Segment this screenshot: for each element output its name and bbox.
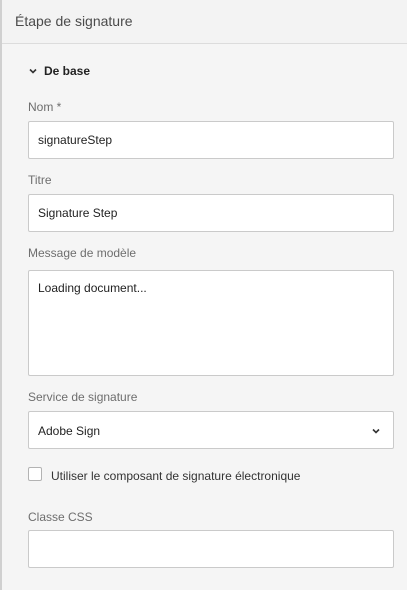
chevron-down-icon [29,68,37,74]
name-field[interactable] [28,121,394,159]
chevron-down-icon [372,428,380,434]
section-label: De base [44,64,91,78]
use-esign-component-checkbox[interactable] [28,467,42,481]
panel-header: Étape de signature [2,0,407,44]
css-class-label: Classe CSS [28,510,93,524]
panel-left-border [0,0,2,590]
name-label: Nom * [28,100,62,114]
template-message-label: Message de modèle [28,246,137,260]
title-field[interactable] [28,194,394,232]
panel-title: Étape de signature [15,13,133,29]
section-toggle-de-base[interactable]: De base [28,63,90,79]
signing-service-select[interactable]: Adobe Sign [28,411,394,449]
signing-service-label: Service de signature [28,390,138,404]
title-label: Titre [28,173,52,187]
template-message-textarea[interactable]: Loading document... [28,270,394,376]
use-esign-component-label: Utiliser le composant de signature élect… [51,469,301,483]
css-class-field[interactable] [28,530,394,568]
signing-service-value: Adobe Sign [38,424,101,438]
